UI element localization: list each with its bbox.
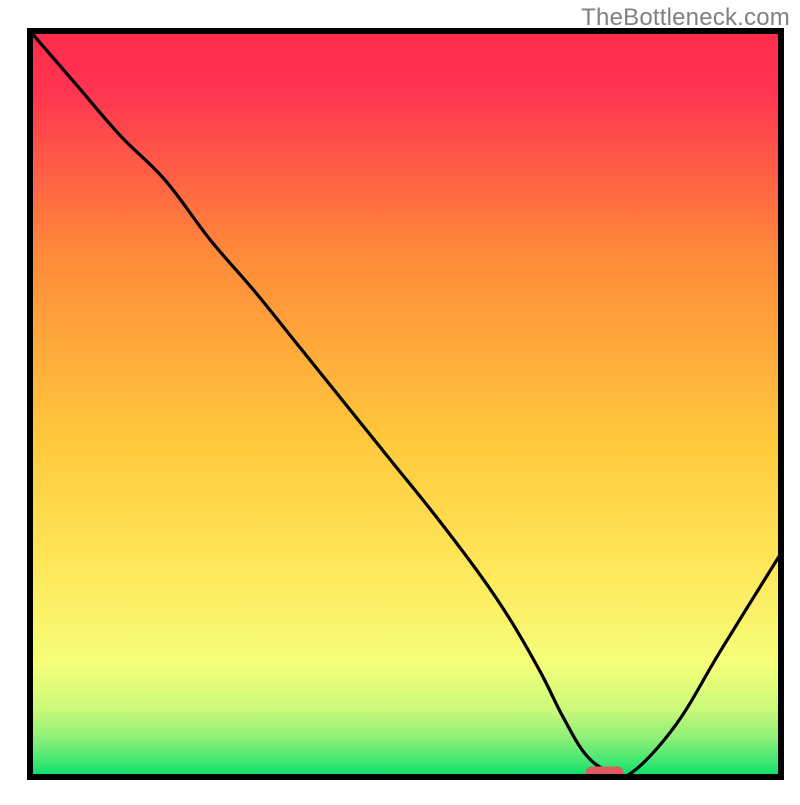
watermark-text: TheBottleneck.com xyxy=(581,4,790,32)
bottleneck-chart xyxy=(0,0,800,800)
plot-background xyxy=(30,31,781,777)
chart-container: TheBottleneck.com xyxy=(0,0,800,800)
